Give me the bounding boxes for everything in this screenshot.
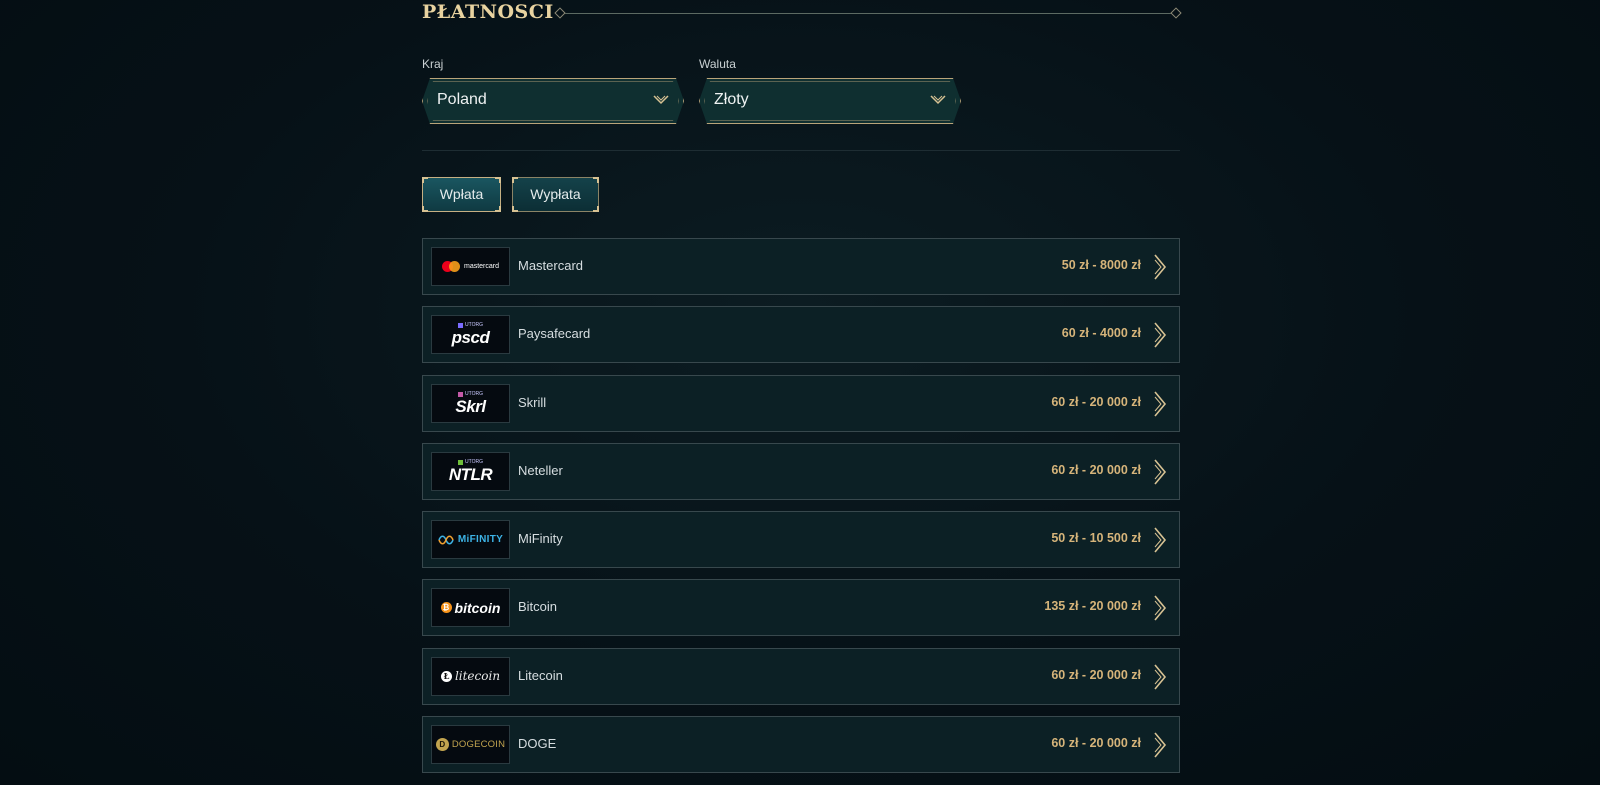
logo-text: bitcoin <box>454 599 501 616</box>
chevron-right-icon <box>1154 391 1167 417</box>
method-name: Paysafecard <box>518 326 591 342</box>
payment-method-mastercard[interactable]: mastercard Mastercard 50 zł - 8000 zł <box>422 238 1180 295</box>
payment-method-litecoin[interactable]: Ł litecoin Litecoin 60 zł - 20 000 zł <box>422 647 1180 705</box>
paysafecard-logo: UTORG pscd <box>431 315 510 355</box>
payment-method-neteller[interactable]: UTORG NTLR Neteller 60 zł - 20 000 zł <box>422 442 1180 500</box>
section-header: PŁATNOSCI <box>422 0 1182 26</box>
method-limits: 60 zł - 20 000 zł <box>1051 394 1141 409</box>
currency-value: Złoty <box>714 91 749 108</box>
tab-withdraw[interactable]: Wypłata <box>512 177 599 212</box>
mastercard-logo: mastercard <box>431 247 510 286</box>
method-limits: 60 zł - 20 000 zł <box>1051 667 1141 682</box>
method-limits: 50 zł - 10 500 zł <box>1051 531 1141 546</box>
litecoin-logo: Ł litecoin <box>431 656 510 696</box>
page-title: PŁATNOSCI <box>422 1 554 23</box>
method-limits: 60 zł - 20 000 zł <box>1051 736 1141 751</box>
dogecoin-logo: D DOGECOIN <box>431 725 510 765</box>
country-select[interactable]: Poland <box>422 78 684 124</box>
payment-method-skrill[interactable]: UTORG Skrl Skrill 60 zł - 20 000 zł <box>422 374 1180 432</box>
tab-withdraw-label: Wypłata <box>530 186 581 202</box>
diamond-ornament-icon <box>1170 7 1182 19</box>
bitcoin-logo: ₿ bitcoin <box>431 588 510 628</box>
dogecoin-coin-icon: D <box>435 738 449 752</box>
method-limits: 60 zł - 4000 zł <box>1061 326 1141 341</box>
method-name: DOGE <box>518 736 557 752</box>
payments-section: PŁATNOSCI Kraj Poland Waluta Złoty Wpłat… <box>422 0 1182 774</box>
logo-text: litecoin <box>454 669 501 684</box>
logo-text: MiFINITY <box>457 534 504 546</box>
payment-method-paysafecard[interactable]: UTORG pscd Paysafecard 60 zł - 4000 zł <box>422 306 1180 364</box>
country-select-group: Kraj Poland <box>422 56 684 124</box>
chevron-down-icon <box>653 94 669 106</box>
currency-label: Waluta <box>699 57 736 71</box>
country-label: Kraj <box>422 57 444 71</box>
method-limits: 135 zł - 20 000 zł <box>1044 599 1141 614</box>
currency-select-group: Waluta Złoty <box>699 56 961 124</box>
country-value: Poland <box>437 91 487 108</box>
logo-text: mastercard <box>463 263 499 270</box>
chevron-right-icon <box>1154 732 1167 758</box>
skrill-logo: UTORG Skrl <box>431 383 510 423</box>
method-name: Skrill <box>518 394 547 410</box>
chevron-right-icon <box>1154 595 1167 621</box>
chevron-right-icon <box>1154 664 1167 690</box>
chevron-right-icon <box>1154 527 1167 553</box>
method-name: Mastercard <box>518 258 584 273</box>
currency-select[interactable]: Złoty <box>699 78 961 124</box>
chevron-right-icon <box>1154 459 1167 485</box>
method-name: Neteller <box>518 462 563 478</box>
logo-text: NTLR <box>448 464 493 484</box>
section-divider <box>422 150 1180 151</box>
payment-methods-list: mastercard Mastercard 50 zł - 8000 zł UT… <box>422 238 1180 784</box>
neteller-logo: UTORG NTLR <box>431 451 510 491</box>
logo-text: Skrl <box>455 396 486 416</box>
litecoin-coin-icon: Ł <box>440 670 452 682</box>
payment-method-mifinity[interactable]: MiFINITY MiFinity 50 zł - 10 500 zł <box>422 511 1180 569</box>
tab-deposit[interactable]: Wpłata <box>422 177 501 212</box>
method-name: MiFinity <box>518 531 563 547</box>
payment-method-doge[interactable]: D DOGECOIN DOGE 60 zł - 20 000 zł <box>422 716 1180 774</box>
diamond-ornament-icon <box>554 7 566 19</box>
logo-text: DOGECOIN <box>451 739 506 751</box>
bitcoin-coin-icon: ₿ <box>440 602 452 614</box>
mifinity-logo: MiFINITY <box>431 520 510 560</box>
mifinity-infinity-icon <box>438 535 454 545</box>
header-divider-line <box>556 13 1180 14</box>
method-limits: 50 zł - 8000 zł <box>1061 258 1141 272</box>
tab-deposit-label: Wpłata <box>439 186 484 202</box>
method-limits: 60 zł - 20 000 zł <box>1051 462 1141 477</box>
method-name: Litecoin <box>518 667 563 683</box>
chevron-right-icon <box>1154 322 1167 348</box>
filters: Kraj Poland Waluta Złoty <box>422 56 1180 126</box>
logo-tag: UTORG <box>465 390 483 397</box>
chevron-right-icon <box>1154 254 1167 280</box>
logo-text: pscd <box>451 328 490 348</box>
method-name: Bitcoin <box>518 599 558 615</box>
chevron-down-icon <box>930 94 946 106</box>
payment-method-bitcoin[interactable]: ₿ bitcoin Bitcoin 135 zł - 20 000 zł <box>422 579 1180 637</box>
mastercard-circles-icon <box>441 261 460 272</box>
